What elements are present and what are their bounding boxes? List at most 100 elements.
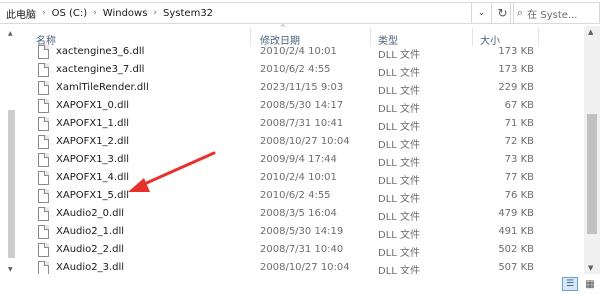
- file-icon: [38, 243, 49, 257]
- list-item[interactable]: XAudio2_0.dll 2008/3/5 16:04 DLL 文件 479 …: [22, 206, 582, 224]
- nav-scrollbar-thumb[interactable]: [8, 110, 15, 258]
- file-name: xactengine3_6.dll: [56, 46, 145, 57]
- file-date: 2023/11/15 9:03: [260, 82, 344, 93]
- file-type: DLL 文件: [378, 212, 421, 223]
- scroll-up-icon[interactable]: ▲: [588, 28, 593, 36]
- file-date: 2010/2/4 10:01: [260, 46, 337, 57]
- file-icon: [38, 261, 49, 275]
- breadcrumb-separator[interactable]: ›: [153, 8, 157, 18]
- file-name: XAudio2_3.dll: [56, 262, 125, 273]
- file-size: 72 KB: [504, 136, 534, 147]
- vertical-scrollbar[interactable]: ▲ ▼: [584, 26, 600, 274]
- file-type: DLL 文件: [378, 176, 421, 187]
- search-input[interactable]: ⌕ 在 Syste...: [510, 2, 600, 24]
- list-item[interactable]: XAPOFX1_0.dll 2008/5/30 14:17 DLL 文件 67 …: [22, 98, 582, 116]
- list-item[interactable]: XAudio2_2.dll 2008/7/31 10:40 DLL 文件 502…: [22, 242, 582, 260]
- file-size: 67 KB: [504, 100, 534, 111]
- file-type: DLL 文件: [378, 86, 421, 97]
- file-date: 2010/2/4 10:01: [260, 172, 337, 183]
- file-date: 2009/9/4 17:44: [260, 154, 337, 165]
- file-icon: [38, 225, 49, 239]
- file-size: 173 KB: [498, 46, 534, 57]
- file-size: 491 KB: [498, 226, 534, 237]
- file-type: DLL 文件: [378, 194, 421, 205]
- file-date: 2008/5/30 14:19: [260, 226, 344, 237]
- search-placeholder: 在 Syste...: [527, 9, 578, 21]
- file-name: XAPOFX1_5.dll: [56, 190, 130, 201]
- list-item[interactable]: XamlTileRender.dll 2023/11/15 9:03 DLL 文…: [22, 80, 582, 98]
- breadcrumb-drive[interactable]: OS (C:): [52, 8, 88, 19]
- file-icon: [38, 117, 49, 131]
- file-icon: [38, 153, 49, 167]
- file-icon: [38, 135, 49, 149]
- file-size: 173 KB: [498, 64, 534, 75]
- list-item[interactable]: xactengine3_6.dll 2010/2/4 10:01 DLL 文件 …: [22, 44, 582, 62]
- file-icon: [38, 81, 49, 95]
- file-type: DLL 文件: [378, 50, 421, 61]
- file-type: DLL 文件: [378, 104, 421, 115]
- file-size: 77 KB: [504, 172, 534, 183]
- column-header: 名称 ^ 修改日期 类型 大小: [22, 24, 582, 47]
- file-name: XAPOFX1_1.dll: [56, 118, 130, 129]
- list-item[interactable]: XAudio2_1.dll 2008/5/30 14:19 DLL 文件 491…: [22, 224, 582, 242]
- details-view-icon[interactable]: ☰: [562, 277, 578, 291]
- scrollbar-thumb[interactable]: [587, 114, 597, 234]
- file-size: 73 KB: [504, 154, 534, 165]
- file-name: XAPOFX1_2.dll: [56, 136, 130, 147]
- file-icon: [38, 207, 49, 221]
- file-size: 229 KB: [498, 82, 534, 93]
- list-item[interactable]: XAPOFX1_1.dll 2008/7/31 10:41 DLL 文件 71 …: [22, 116, 582, 134]
- file-name: xactengine3_7.dll: [56, 64, 145, 75]
- file-date: 2008/10/27 10:04: [260, 136, 350, 147]
- sort-up-icon: ^: [280, 24, 286, 32]
- list-item[interactable]: xactengine3_7.dll 2010/6/2 4:55 DLL 文件 1…: [22, 62, 582, 80]
- file-name: XAudio2_2.dll: [56, 244, 125, 255]
- file-size: 71 KB: [504, 118, 534, 129]
- large-icons-view-icon[interactable]: ▦: [582, 277, 598, 291]
- file-name: XAudio2_0.dll: [56, 208, 125, 219]
- list-item[interactable]: XAPOFX1_3.dll 2009/9/4 17:44 DLL 文件 73 K…: [22, 152, 582, 170]
- breadcrumb-system32[interactable]: System32: [163, 8, 213, 19]
- breadcrumb-separator[interactable]: ›: [42, 8, 46, 18]
- breadcrumb-separator[interactable]: ›: [93, 8, 97, 18]
- chevron-down-icon[interactable]: ⌄: [472, 2, 492, 24]
- nav-scroll-up-icon[interactable]: ▲: [8, 30, 13, 37]
- file-icon: [38, 99, 49, 113]
- status-bar: ☰ ▦: [0, 274, 600, 294]
- scroll-down-icon[interactable]: ▼: [588, 264, 593, 272]
- file-date: 2010/6/2 4:55: [260, 190, 331, 201]
- file-date: 2008/7/31 10:41: [260, 118, 344, 129]
- file-date: 2008/7/31 10:40: [260, 244, 344, 255]
- file-type: DLL 文件: [378, 122, 421, 133]
- search-icon: ⌕: [517, 6, 524, 19]
- file-type: DLL 文件: [378, 230, 421, 241]
- breadcrumb-windows[interactable]: Windows: [103, 8, 148, 19]
- file-date: 2008/3/5 16:04: [260, 208, 337, 219]
- file-size: 76 KB: [504, 190, 534, 201]
- breadcrumb-this-pc[interactable]: 此电脑: [6, 6, 36, 21]
- file-icon: [38, 63, 49, 77]
- file-date: 2010/6/2 4:55: [260, 64, 331, 75]
- file-icon: [38, 171, 49, 185]
- list-item[interactable]: XAPOFX1_2.dll 2008/10/27 10:04 DLL 文件 72…: [22, 134, 582, 152]
- file-name: XAPOFX1_0.dll: [56, 100, 130, 111]
- file-type: DLL 文件: [378, 248, 421, 259]
- address-row: 此电脑 › OS (C:) › Windows › System32 ⌄ ↻ ⌕…: [0, 0, 600, 26]
- file-type: DLL 文件: [378, 140, 421, 151]
- file-date: 2008/5/30 14:17: [260, 100, 344, 111]
- file-type: DLL 文件: [378, 68, 421, 79]
- list-item[interactable]: XAPOFX1_4.dll 2010/2/4 10:01 DLL 文件 77 K…: [22, 170, 582, 188]
- file-icon: [38, 45, 49, 59]
- nav-scroll-down-icon[interactable]: ▼: [8, 266, 13, 273]
- list-item[interactable]: XAPOFX1_5.dll 2010/6/2 4:55 DLL 文件 76 KB: [22, 188, 582, 206]
- file-icon: [38, 189, 49, 203]
- file-name: XAudio2_1.dll: [56, 226, 125, 237]
- file-size: 479 KB: [498, 208, 534, 219]
- file-size: 502 KB: [498, 244, 534, 255]
- file-name: XAPOFX1_4.dll: [56, 172, 130, 183]
- file-type: DLL 文件: [378, 158, 421, 169]
- file-name: XamlTileRender.dll: [56, 82, 149, 93]
- file-name: XAPOFX1_3.dll: [56, 154, 130, 165]
- address-bar[interactable]: 此电脑 › OS (C:) › Windows › System32: [0, 2, 472, 24]
- file-size: 507 KB: [498, 262, 534, 273]
